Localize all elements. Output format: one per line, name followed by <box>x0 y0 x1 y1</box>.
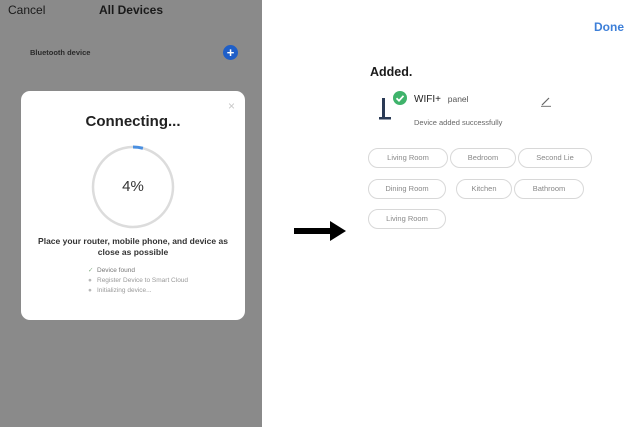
connection-step: ● Initializing device... <box>88 286 238 296</box>
page-title: All Devices <box>98 3 164 17</box>
pending-dot-icon: ● <box>88 277 92 284</box>
room-chip[interactable]: Living Room <box>368 209 446 229</box>
bluetooth-device-label: Bluetooth device <box>30 48 91 57</box>
connection-step: ✓ Device found <box>88 266 238 276</box>
add-icon[interactable]: + <box>223 45 238 60</box>
connection-step-label: Device found <box>97 267 135 274</box>
connecting-screen: Cancel All Devices Bluetooth device + × … <box>0 0 262 427</box>
connection-steps: ✓ Device found ● Register Device to Smart C… <box>88 266 238 296</box>
close-icon[interactable]: × <box>228 99 235 113</box>
placement-instruction: Place your router, mobile phone, and dev… <box>38 236 228 257</box>
device-status: Device added successfully <box>414 118 503 127</box>
room-chip[interactable]: Living Room <box>368 148 448 168</box>
bluetooth-device-row[interactable]: Bluetooth device + <box>0 40 262 68</box>
room-chip[interactable]: Kitchen <box>456 179 512 199</box>
right-arrow-icon <box>294 221 346 241</box>
success-check-icon <box>393 91 407 105</box>
room-chip[interactable]: Second Lie <box>518 148 592 168</box>
connection-step: ● Register Device to Smart Cloud <box>88 276 238 286</box>
connecting-modal: × Connecting... 4% Place your router, mo… <box>21 91 245 320</box>
panel-device-icon <box>379 91 407 120</box>
device-model-label: panel <box>447 94 469 104</box>
check-icon: ✓ <box>88 267 94 274</box>
connection-step-label: Register Device to Smart Cloud <box>97 277 189 284</box>
device-name-label: WIFI+ <box>414 94 441 105</box>
room-chip[interactable]: Bathroom <box>514 179 584 199</box>
edit-pencil-icon[interactable] <box>540 95 552 107</box>
top-bar: Cancel All Devices <box>0 0 262 22</box>
progress-percent: 4% <box>122 178 144 195</box>
pending-dot-icon: ● <box>88 287 92 294</box>
room-chip[interactable]: Dining Room <box>368 179 446 199</box>
added-heading: Added. <box>370 65 413 79</box>
done-button[interactable]: Done <box>594 20 624 34</box>
connection-step-label: Initializing device... <box>97 287 152 294</box>
room-chip[interactable]: Bedroom <box>450 148 516 168</box>
device-name: WIFI+ panel <box>414 94 469 105</box>
modal-title: Connecting... <box>85 113 181 130</box>
